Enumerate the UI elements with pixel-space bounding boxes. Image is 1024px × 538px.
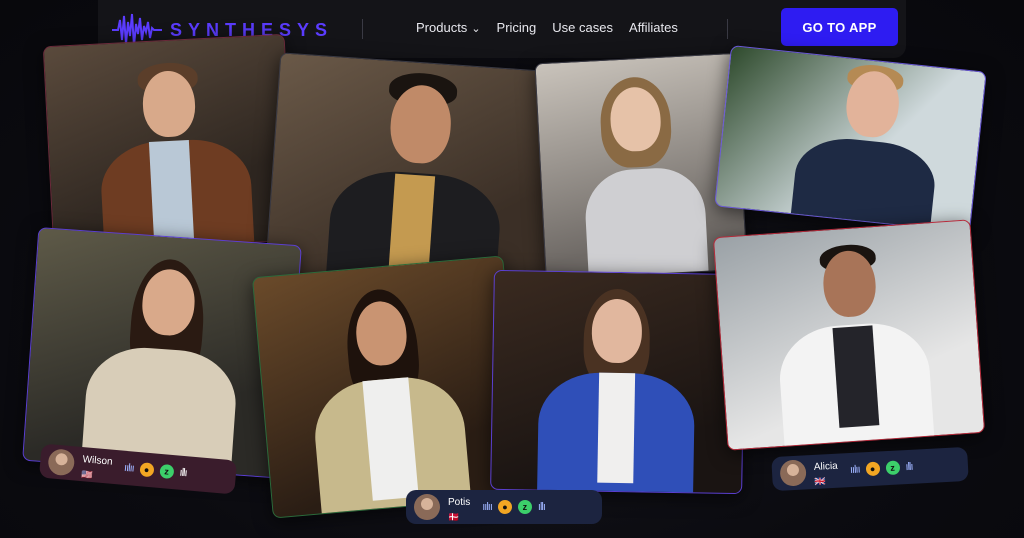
waveform-icon: ıllı xyxy=(179,466,188,480)
chevron-down-icon: ⌄ xyxy=(471,23,481,35)
nav-links: Products ⌄ Pricing Use cases Affiliates xyxy=(416,20,678,35)
coin-icon: ● xyxy=(865,461,880,477)
waveform-icon: ıılıı xyxy=(482,501,493,513)
nav-item-pricing[interactable]: Pricing xyxy=(497,20,537,35)
waveform-icon: ıllı xyxy=(537,501,546,513)
avatar-video-card[interactable] xyxy=(251,255,525,519)
coin-icon: ● xyxy=(497,500,512,514)
waveform-icon: ıılıı xyxy=(123,461,135,475)
avatar xyxy=(47,448,76,477)
avatar-video-card[interactable] xyxy=(490,269,746,495)
dk-flag-icon: 🇩🇰 xyxy=(448,511,460,522)
z-icon: z xyxy=(517,500,532,514)
speaker-badge[interactable]: Alicia 🇬🇧 ıılıı ● z ıllı xyxy=(771,446,969,492)
avatar xyxy=(779,459,807,487)
go-to-app-button[interactable]: GO TO APP xyxy=(781,8,898,46)
us-flag-icon: 🇺🇸 xyxy=(80,468,93,480)
speaker-badge[interactable]: Potis 🇩🇰 ıılıı ● z ıllı xyxy=(406,490,602,524)
nav-item-affiliates[interactable]: Affiliates xyxy=(629,20,678,35)
speaker-name: Potis xyxy=(448,496,471,508)
nav-divider xyxy=(362,19,363,39)
z-icon: z xyxy=(885,460,900,476)
avatar xyxy=(414,494,440,520)
z-icon: z xyxy=(158,463,175,480)
nav-item-products[interactable]: Products ⌄ xyxy=(416,20,481,35)
nav-item-products-label: Products xyxy=(416,20,468,35)
waveform-icon: ıllı xyxy=(905,460,913,474)
nav-divider xyxy=(727,19,728,39)
uk-flag-icon: 🇬🇧 xyxy=(814,475,827,487)
speaker-name: Alicia xyxy=(813,460,838,473)
avatar-video-card[interactable] xyxy=(714,45,987,233)
coin-icon: ● xyxy=(139,462,155,478)
waveform-icon: ıılıı xyxy=(849,463,860,477)
speaker-name: Wilson xyxy=(82,453,114,468)
avatar-video-card[interactable] xyxy=(42,33,296,254)
avatar-video-card[interactable] xyxy=(712,219,986,451)
nav-item-use-cases[interactable]: Use cases xyxy=(552,20,613,35)
